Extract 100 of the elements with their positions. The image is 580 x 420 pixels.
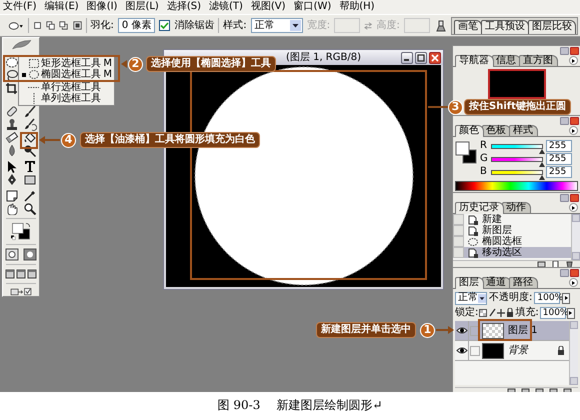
ellipse-marquee-icon[interactable] (8, 20, 24, 32)
layer-row[interactable]: 图层 1 (455, 321, 569, 341)
callout-label: 选择【油漆桶】工具将圆形填充为白色 (80, 132, 260, 148)
history-brush-icon[interactable] (23, 118, 37, 132)
visibility-eye-icon[interactable] (456, 326, 468, 335)
color-swatches-icon[interactable] (455, 140, 477, 166)
lock-icon[interactable] (506, 308, 514, 318)
blend-mode-dropdown[interactable]: 正常 (455, 292, 487, 304)
menu-item[interactable]: 视图(V) (250, 1, 286, 13)
palette-tab[interactable]: 工具预设 (481, 20, 530, 34)
close-button[interactable] (429, 52, 441, 64)
bandage-icon[interactable] (5, 105, 19, 118)
screen-mode-icon[interactable] (5, 268, 15, 280)
arrow-cursor-icon[interactable] (5, 160, 19, 174)
panel-tab[interactable]: 直方图 (519, 55, 558, 66)
opacity-field[interactable]: 100% (534, 292, 560, 304)
panel-tab[interactable]: 色板 (482, 125, 511, 136)
panel-menu-button[interactable] (569, 278, 578, 287)
screen-mode-icon[interactable] (27, 268, 37, 280)
standard-mode-icon[interactable] (5, 248, 19, 261)
flyout-item[interactable]: 单列选框工具 (19, 93, 114, 104)
minimize-button[interactable] (401, 52, 413, 64)
layer-link-box[interactable] (470, 326, 480, 336)
panel-menu-button[interactable] (569, 126, 578, 135)
lasso-icon[interactable] (5, 69, 19, 82)
value-field[interactable]: 255 (546, 166, 572, 178)
menu-item[interactable]: 窗口(W) (294, 1, 332, 13)
history-item[interactable]: 移动选区 (453, 247, 571, 258)
visibility-eye-icon[interactable] (456, 346, 468, 355)
checkbox[interactable] (159, 20, 170, 31)
fill-field[interactable]: 100% (540, 307, 566, 319)
shortcut-label: M (102, 69, 112, 80)
menu-item[interactable]: 图像(I) (86, 1, 118, 13)
document-icon (467, 226, 479, 236)
color-spectrum[interactable] (455, 181, 578, 191)
menu-item[interactable]: 帮助(H) (339, 1, 375, 13)
intersect-selection-icon[interactable] (72, 20, 82, 31)
history-item[interactable]: 新图层 (453, 225, 571, 236)
menu-item[interactable]: 滤镜(T) (208, 1, 243, 13)
slider-button[interactable] (566, 308, 575, 318)
palette-tab[interactable]: 画笔 (454, 20, 482, 34)
menu-item[interactable]: 编辑(E) (44, 1, 79, 13)
figure-number: 图 90-3 (218, 399, 260, 413)
panel-tab[interactable]: 图层 (455, 277, 484, 289)
move-lock-icon[interactable] (497, 308, 506, 318)
layer-row[interactable]: 背景 (455, 341, 569, 361)
ellipse-marquee-icon[interactable] (5, 56, 19, 70)
flyout-item[interactable]: 椭圆选框工具 M (19, 69, 114, 80)
scrollbar[interactable] (571, 214, 580, 260)
snapshot-icon[interactable] (537, 261, 546, 268)
eraser-icon[interactable] (5, 131, 19, 144)
palette-tab[interactable]: 图层比较 (528, 20, 576, 34)
callout-label: 选择使用【椭圆选择】工具 (146, 56, 276, 72)
history-item[interactable]: 椭圆选框 (453, 236, 571, 247)
pen-icon[interactable] (5, 173, 19, 186)
new-selection-icon[interactable] (33, 20, 42, 31)
crop-icon[interactable] (5, 82, 19, 96)
subtract-selection-icon[interactable] (59, 20, 69, 31)
quick-mask-icon[interactable] (23, 248, 37, 261)
panel-tab[interactable]: 通道 (482, 277, 511, 288)
style-dropdown[interactable]: 正常 (250, 18, 303, 33)
panel-tab[interactable]: 颜色 (455, 125, 484, 137)
panel-tab[interactable]: 导航器 (455, 55, 494, 67)
menu-item[interactable]: 文件(F) (3, 1, 37, 13)
paint-bucket-icon[interactable] (23, 131, 37, 144)
step-number: 4 (61, 133, 76, 148)
dodge-icon[interactable] (23, 144, 37, 158)
caret-icon (478, 292, 486, 304)
scrollbar[interactable] (569, 321, 578, 385)
panel-menu-button[interactable] (569, 203, 578, 212)
menu-item[interactable]: 选择(S) (166, 1, 201, 13)
step-number: 3 (448, 100, 463, 115)
panel-tab[interactable]: 样式 (509, 125, 538, 136)
menu-item[interactable]: 图层(L) (125, 1, 159, 13)
note-icon[interactable] (5, 189, 19, 202)
stamp-icon[interactable] (5, 118, 19, 132)
panel-menu-button[interactable] (569, 56, 578, 65)
type-tool-icon[interactable] (23, 160, 37, 174)
screen-mode-icon[interactable] (16, 268, 26, 280)
maximize-button[interactable] (415, 52, 427, 64)
value-field[interactable]: 255 (546, 140, 572, 152)
panel-tab[interactable]: 信息 (492, 55, 521, 66)
flyout-item[interactable]: 矩形选框工具 M (19, 58, 114, 69)
close-icon (431, 54, 439, 62)
zoom-icon[interactable] (23, 202, 37, 216)
value-field[interactable]: 255 (546, 153, 572, 165)
transparency-lock-icon[interactable] (479, 308, 488, 318)
panel-tab[interactable]: 路径 (509, 277, 538, 288)
eyedropper-icon[interactable] (23, 189, 37, 202)
hand-icon[interactable] (5, 202, 19, 216)
add-selection-icon[interactable] (46, 20, 56, 31)
brush-lock-icon[interactable] (488, 308, 496, 318)
rectangle-tool-icon[interactable] (23, 173, 37, 186)
feather-field[interactable]: 0 像素 (118, 18, 156, 33)
history-item[interactable]: 新建 (453, 214, 571, 225)
panel-tab[interactable]: 动作 (502, 202, 531, 213)
callout-label: 按住Shift键拖出正圆 (464, 99, 571, 115)
slider-button[interactable] (562, 292, 570, 304)
panel-tab[interactable]: 历史记录 (455, 202, 504, 214)
flyout-item[interactable]: 单行选框工具 (19, 82, 114, 93)
